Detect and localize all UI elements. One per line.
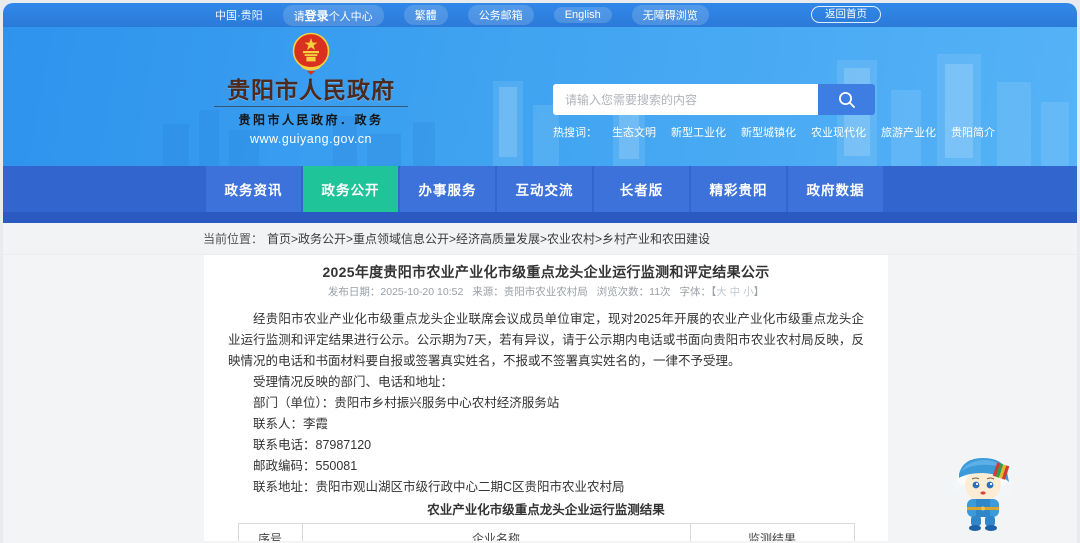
main-navigation: 政务资讯 政务公开 办事服务 互动交流 长者版 精彩贵阳 政府数据 <box>3 166 1077 223</box>
font-size-medium-button[interactable]: 中 <box>730 286 741 298</box>
site-url: www.guiyang.gov.cn <box>249 132 373 146</box>
content-area: 2025年度贵阳市农业产业化市级重点龙头企业运行监测和评定结果公示 发布日期：2… <box>3 255 1077 541</box>
font-size-large-button[interactable]: 大 <box>716 286 727 298</box>
views-label: 浏览次数： <box>596 286 650 298</box>
publish-date-value: 2025-10-20 10:52 <box>380 286 464 298</box>
font-size-label: 字体： <box>679 286 711 298</box>
source-value: 贵阳市农业农村局 <box>503 286 588 298</box>
nav-tabs: 政务资讯 政务公开 办事服务 互动交流 长者版 精彩贵阳 政府数据 <box>206 166 883 212</box>
nav-tab-zhengwugongkai[interactable]: 政务公开 <box>303 166 398 212</box>
hot-word-link[interactable]: 新型城镇化 <box>741 124 796 140</box>
font-size-small-button[interactable]: 小 <box>743 286 754 298</box>
font-bracket-close: 】 <box>753 286 765 298</box>
table-header-row: 序号 企业名称 监测结果 <box>237 523 855 541</box>
hot-word-link[interactable]: 生态文明 <box>612 124 656 140</box>
publish-date-label: 发布日期： <box>327 286 381 298</box>
accessibility-link[interactable]: 无障碍浏览 <box>631 5 709 25</box>
table-caption: 农业产业化市级重点龙头企业运行监测结果 <box>427 503 665 517</box>
mascot-assistant[interactable] <box>949 452 1017 532</box>
site-region-link[interactable]: 中国·贵阳 <box>215 7 263 23</box>
nav-tab-zhengwuzixun[interactable]: 政务资讯 <box>206 166 301 212</box>
search-area: 热搜词： 生态文明 新型工业化 新型城镇化 农业现代化 旅游产业化 贵阳简介 <box>553 84 995 140</box>
search-button[interactable] <box>818 84 875 115</box>
contact-line-department: 部门（单位）：贵阳市乡村振兴服务中心农村经济服务站 <box>253 396 560 410</box>
site-title: 贵阳市人民政府 <box>227 77 395 103</box>
browser-page: 中国·贵阳 请登录个人中心 繁體 公务邮箱 English 无障碍浏览 返回首页 <box>3 3 1077 543</box>
logo-divider <box>214 106 408 107</box>
article-paragraph: 经贵阳市农业产业化市级重点龙头企业联席会议成员单位审定，现对2025年开展的农业… <box>228 312 864 368</box>
contact-line-address: 联系地址：贵阳市观山湖区市级行政中心二期C区贵阳市农业农村局 <box>253 480 625 494</box>
nav-bottom-strip <box>3 212 1077 223</box>
search-bar <box>553 84 875 115</box>
breadcrumb: 当前位置： 首页>政务公开>重点领域信息公开>经济高质量发展>农业农村>乡村产业… <box>3 223 1077 255</box>
search-input[interactable] <box>553 84 818 115</box>
hot-word-link[interactable]: 贵阳简介 <box>951 124 995 140</box>
source-label: 来源： <box>472 286 504 298</box>
traditional-chinese-link[interactable]: 繁體 <box>403 5 448 25</box>
site-banner: 贵阳市人民政府 贵阳市人民政府．政务 www.guiyang.gov.cn 热搜… <box>3 27 1077 166</box>
hot-search-row: 热搜词： 生态文明 新型工业化 新型城镇化 农业现代化 旅游产业化 贵阳简介 <box>553 124 995 140</box>
contact-line-phone: 联系电话：87987120 <box>253 438 372 452</box>
nav-tab-zhangzheban[interactable]: 长者版 <box>594 166 689 212</box>
top-utility-bar: 中国·贵阳 请登录个人中心 繁體 公务邮箱 English 无障碍浏览 返回首页 <box>3 3 1077 27</box>
header-cell-seq: 序号 <box>237 523 303 541</box>
hot-search-label: 热搜词： <box>553 127 597 139</box>
article-title: 2025年度贵阳市农业产业化市级重点龙头企业运行监测和评定结果公示 <box>322 264 770 280</box>
hot-word-link[interactable]: 农业现代化 <box>811 124 866 140</box>
breadcrumb-label: 当前位置： <box>203 232 264 246</box>
site-logo-block[interactable]: 贵阳市人民政府 贵阳市人民政府．政务 www.guiyang.gov.cn <box>208 31 414 146</box>
article-card: 2025年度贵阳市农业产业化市级重点龙头企业运行监测和评定结果公示 发布日期：2… <box>204 255 888 541</box>
views-value: 11次 <box>649 286 671 298</box>
nav-tab-hudongjiaoliu[interactable]: 互动交流 <box>497 166 592 212</box>
national-emblem-icon <box>292 32 330 75</box>
english-link[interactable]: English <box>553 7 612 23</box>
article-meta: 发布日期：2025-10-20 10:52 来源：贵阳市农业农村局 浏览次数：1… <box>228 286 864 299</box>
hot-word-link[interactable]: 新型工业化 <box>671 124 726 140</box>
monitor-result-table: 序号 企业名称 监测结果 1 贵州合力超市采购有限公司 合格 2 贵州友禾种业有… <box>237 523 855 541</box>
article-paragraph: 受理情况反映的部门、电话和地址： <box>253 375 454 389</box>
nav-tab-banshifuwu[interactable]: 办事服务 <box>400 166 495 212</box>
nav-tab-jingcaiguiyang[interactable]: 精彩贵阳 <box>691 166 786 212</box>
login-link[interactable]: 请登录个人中心 <box>282 4 384 26</box>
breadcrumb-path[interactable]: 首页>政务公开>重点领域信息公开>经济高质量发展>农业农村>乡村产业和农田建设 <box>267 230 710 247</box>
contact-line-postcode: 邮政编码：550081 <box>253 459 358 473</box>
contact-line-person: 联系人：李霞 <box>253 417 329 431</box>
nav-tab-zhengfushuju[interactable]: 政府数据 <box>788 166 883 212</box>
official-mail-link[interactable]: 公务邮箱 <box>467 5 534 25</box>
search-icon <box>838 91 855 108</box>
site-subtitle: 贵阳市人民政府．政务 <box>238 113 384 127</box>
back-to-home-button[interactable]: 返回首页 <box>811 6 881 23</box>
hot-word-link[interactable]: 旅游产业化 <box>881 124 936 140</box>
header-cell-company: 企业名称 <box>301 523 691 541</box>
header-cell-result: 监测结果 <box>689 523 855 541</box>
